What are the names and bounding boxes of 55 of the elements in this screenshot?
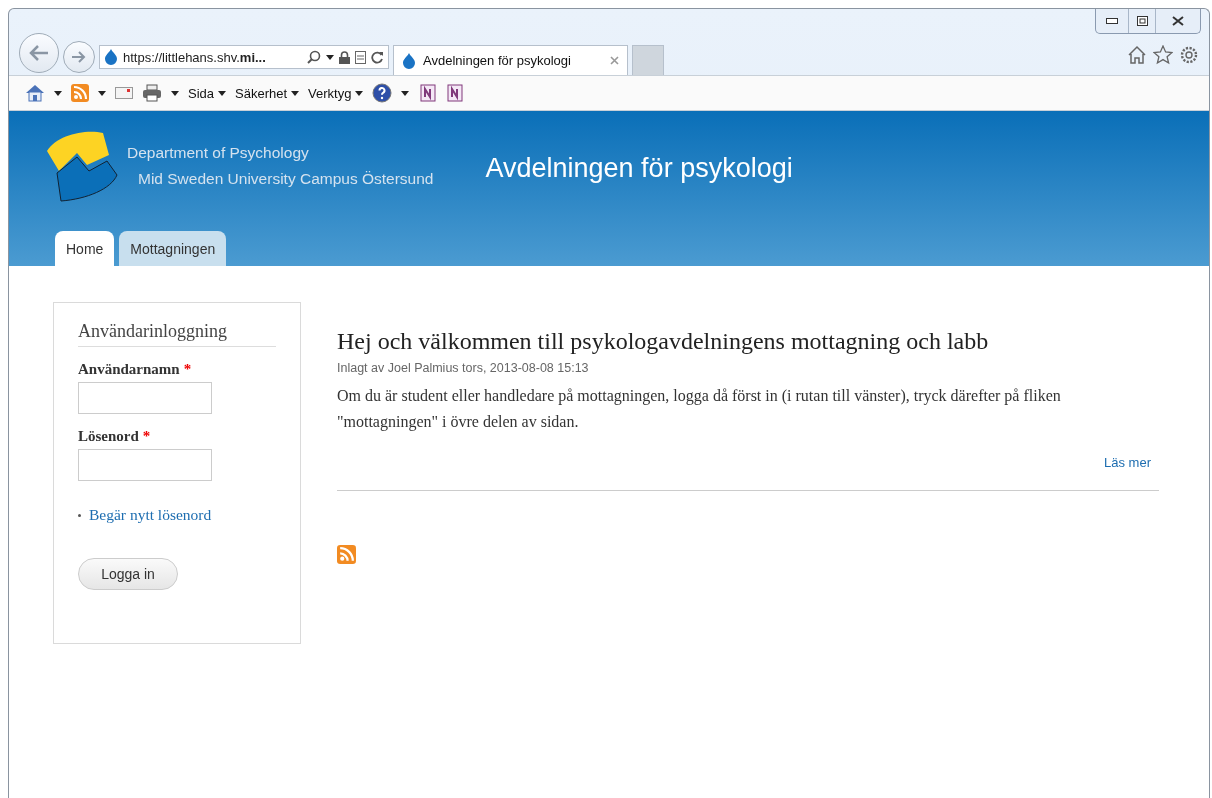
back-arrow-icon <box>28 44 50 62</box>
minimize-icon[interactable] <box>1106 18 1118 24</box>
university-name: Mid Sweden University Campus Östersund <box>137 170 434 188</box>
article-title: Hej och välkommen till psykologavdelningens mottagning och labb <box>337 328 990 355</box>
caret-icon <box>171 90 179 96</box>
forward-arrow-icon <box>71 50 87 64</box>
mail-icon[interactable] <box>115 86 133 100</box>
nav-tab[interactable]: Home <box>55 231 115 266</box>
maximize-icon[interactable] <box>1136 16 1148 26</box>
caret-icon <box>355 90 364 96</box>
nav-tab[interactable]: Mottagningen <box>119 231 227 266</box>
menu-button[interactable]: Verktyg <box>308 85 364 101</box>
read-more-link[interactable]: Läs mer <box>1104 455 1151 470</box>
required-mark: * <box>183 361 192 378</box>
settings-icon[interactable] <box>1179 45 1199 65</box>
article-meta: Inlagt av Joel Palmius tors, 2013-08-08 15:13 <box>337 361 590 375</box>
address-bar[interactable]: https://littlehans.shv.mi... <box>99 45 389 69</box>
onenote-icon[interactable] <box>418 84 437 102</box>
caret-icon <box>98 90 106 96</box>
menu-button[interactable]: Sida <box>188 85 227 101</box>
search-icon[interactable] <box>307 50 321 64</box>
caret-icon <box>401 90 410 96</box>
login-title: Användarinloggning <box>78 321 276 347</box>
close-icon[interactable] <box>1172 16 1184 26</box>
home-icon[interactable] <box>25 83 45 103</box>
bullet-icon <box>78 513 81 517</box>
printer-icon[interactable] <box>142 84 162 102</box>
lock-icon <box>339 50 350 64</box>
home-icon[interactable] <box>1127 45 1147 65</box>
caret-icon <box>291 90 300 96</box>
input-field[interactable] <box>78 382 212 414</box>
site-title: Avdelningen för psykologi <box>485 153 793 184</box>
menu-button[interactable]: Säkerhet <box>235 85 300 101</box>
field-label: Användarnamn <box>78 361 180 378</box>
field-label: Lösenord <box>78 428 139 445</box>
url-text: https://littlehans.shv.mi... <box>123 49 267 65</box>
drop-icon <box>402 52 416 69</box>
onenote-icon[interactable] <box>445 84 464 102</box>
caret-icon <box>326 54 334 60</box>
drop-icon <box>104 49 118 65</box>
login-button[interactable]: Logga in <box>78 558 178 590</box>
input-field[interactable] <box>78 449 212 481</box>
help-icon[interactable] <box>372 83 393 103</box>
document-icon[interactable] <box>355 50 366 64</box>
caret-icon <box>54 90 62 96</box>
refresh-icon[interactable] <box>371 50 384 64</box>
forward-button[interactable] <box>63 41 95 73</box>
caret-icon <box>218 90 227 96</box>
required-mark: * <box>142 428 151 445</box>
star-icon[interactable] <box>1153 45 1173 65</box>
password-link[interactable]: Begär nytt lösenord <box>89 506 212 524</box>
browser-tab[interactable]: Avdelningen för psykologi <box>393 45 628 75</box>
back-button[interactable] <box>19 33 59 73</box>
article-text: Om du är student eller handledare på mottagningen, logga då först in (i rutan till vänster), tryck därefter på fliken "mottagningen" i övre delen av sidan. <box>337 386 1062 433</box>
department-name: Department of Psychology <box>127 144 310 162</box>
